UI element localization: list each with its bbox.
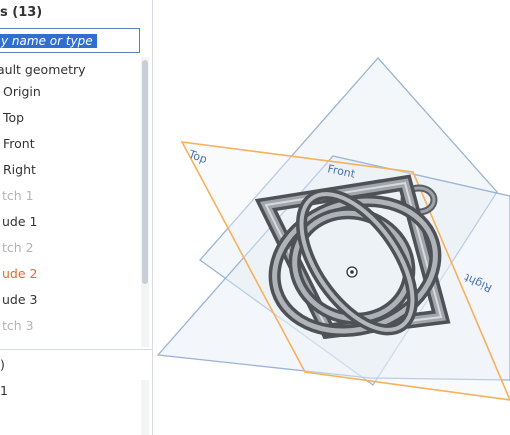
tree-item-extrude-3[interactable]: ude 3 xyxy=(2,288,142,312)
tree-item-extrude-2[interactable]: ude 2 xyxy=(2,262,142,286)
feature-list-panel: s (13) y name or type ault geometry Orig… xyxy=(0,0,153,435)
tree-item-origin[interactable]: Origin xyxy=(3,80,143,104)
tree-item-top-plane[interactable]: Top xyxy=(3,106,143,130)
parts-header[interactable]: ) xyxy=(0,353,140,377)
panel-divider[interactable] xyxy=(0,349,152,350)
tree-item-sketch-3[interactable]: tch 3 xyxy=(2,314,142,338)
search-placeholder: y name or type xyxy=(0,34,97,48)
parts-list-scrollbar[interactable] xyxy=(141,380,149,435)
default-geometry-folder[interactable]: ault geometry xyxy=(0,58,137,82)
feature-list-scroll-thumb[interactable] xyxy=(142,60,148,284)
part-item-1[interactable]: 1 xyxy=(0,379,140,403)
tree-item-front-plane[interactable]: Front xyxy=(3,132,143,156)
feature-search-input[interactable]: y name or type xyxy=(0,28,140,53)
tree-item-sketch-2[interactable]: tch 2 xyxy=(2,236,142,260)
tree-item-sketch-1[interactable]: tch 1 xyxy=(2,184,142,208)
viewport-canvas: Top Front Right xyxy=(156,57,510,401)
tree-item-right-plane[interactable]: Right xyxy=(3,158,143,182)
origin-icon[interactable] xyxy=(346,266,358,278)
tree-item-extrude-1[interactable]: ude 1 xyxy=(2,210,142,234)
graphics-viewport[interactable]: Top Front Right xyxy=(153,0,510,435)
features-header: s (13) xyxy=(0,5,43,20)
